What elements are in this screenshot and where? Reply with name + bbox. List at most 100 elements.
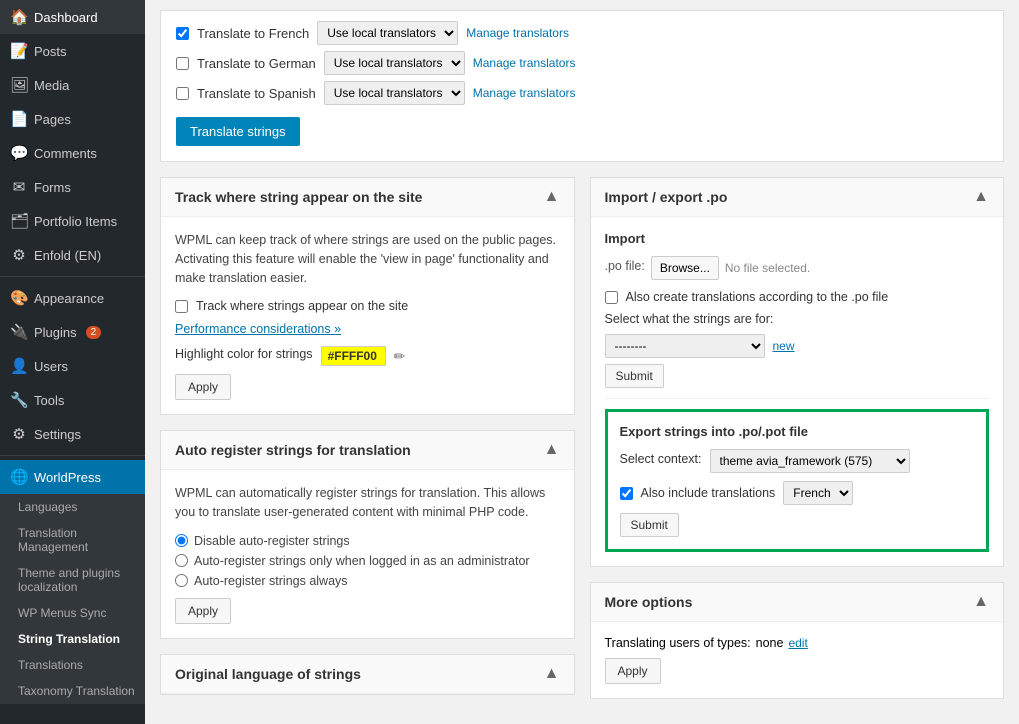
auto-register-radio-group: Disable auto-register strings Auto-regis… <box>175 534 560 588</box>
import-export-body: Import .po file: Browse... No file selec… <box>591 217 1004 566</box>
sidebar-item-languages[interactable]: Languages <box>0 494 145 520</box>
sidebar-item-dashboard[interactable]: 🏠 Dashboard <box>0 0 145 34</box>
original-language-toggle[interactable]: ▲ <box>544 665 560 683</box>
translate-spanish-checkbox[interactable] <box>176 87 189 100</box>
also-create-row: Also create translations according to th… <box>605 290 990 304</box>
po-file-label: .po file: <box>605 259 645 273</box>
auto-register-apply-button[interactable]: Apply <box>175 598 231 624</box>
track-strings-checkbox[interactable] <box>175 300 188 313</box>
more-options-toggle[interactable]: ▲ <box>973 593 989 611</box>
sidebar: 🏠 Dashboard 📝 Posts 🖼 Media 📄 Pages 💬 Co… <box>0 0 145 724</box>
translate-french-select[interactable]: Use local translators <box>317 21 458 45</box>
export-title: Export strings into .po/.pot file <box>620 424 975 439</box>
po-file-row: .po file: Browse... No file selected. <box>605 256 990 280</box>
enfold-icon: ⚙ <box>10 246 28 264</box>
eyedropper-icon[interactable]: ✏ <box>394 348 406 365</box>
import-title: Import <box>605 231 990 246</box>
radio-disable-label[interactable]: Disable auto-register strings <box>175 534 560 548</box>
auto-register-desc: WPML can automatically register strings … <box>175 484 560 522</box>
translate-strings-button[interactable]: Translate strings <box>176 117 300 146</box>
performance-link[interactable]: Performance considerations » <box>175 322 341 336</box>
sidebar-item-taxonomy-translation[interactable]: Taxonomy Translation <box>0 678 145 704</box>
import-export-panel: Import / export .po ▲ Import .po file: B… <box>590 177 1005 567</box>
manage-translators-german-link[interactable]: Manage translators <box>473 56 576 70</box>
language-select[interactable]: French <box>783 481 853 505</box>
sidebar-item-comments[interactable]: 💬 Comments <box>0 136 145 170</box>
sidebar-item-tools[interactable]: 🔧 Tools <box>0 383 145 417</box>
translate-row-french: Translate to French Use local translator… <box>176 21 988 45</box>
manage-translators-spanish-link[interactable]: Manage translators <box>473 86 576 100</box>
auto-register-header: Auto register strings for translation ▲ <box>161 431 574 470</box>
also-create-label: Also create translations according to th… <box>626 290 889 304</box>
sidebar-item-portfolio[interactable]: 🗂 Portfolio Items <box>0 204 145 238</box>
translating-users-edit-link[interactable]: edit <box>788 636 807 650</box>
auto-register-toggle[interactable]: ▲ <box>544 441 560 459</box>
more-options-header: More options ▲ <box>591 583 1004 622</box>
posts-icon: 📝 <box>10 42 28 60</box>
translate-french-label: Translate to French <box>197 26 309 41</box>
track-strings-panel: Track where string appear on the site ▲ … <box>160 177 575 415</box>
browse-button[interactable]: Browse... <box>651 256 719 280</box>
main-content: Translate to French Use local translator… <box>145 0 1019 724</box>
sidebar-item-users[interactable]: 👤 Users <box>0 349 145 383</box>
sidebar-item-plugins[interactable]: 🔌 Plugins 2 <box>0 315 145 349</box>
sidebar-item-theme-plugins[interactable]: Theme and plugins localization <box>0 560 145 600</box>
highlight-color-label: Highlight color for strings <box>175 347 313 361</box>
sidebar-item-enfold[interactable]: ⚙ Enfold (EN) <box>0 238 145 272</box>
radio-admin-label[interactable]: Auto-register strings only when logged i… <box>175 554 560 568</box>
radio-admin[interactable] <box>175 554 188 567</box>
more-options-panel: More options ▲ Translating users of type… <box>590 582 1005 699</box>
import-export-toggle[interactable]: ▲ <box>973 188 989 206</box>
plugins-icon: 🔌 <box>10 323 28 341</box>
dashboard-icon: 🏠 <box>10 8 28 26</box>
translate-row-spanish: Translate to Spanish Use local translato… <box>176 81 988 105</box>
appearance-icon: 🎨 <box>10 289 28 307</box>
sidebar-item-worldpress[interactable]: 🌐 WorldPress <box>0 460 145 494</box>
translation-languages-panel: Translate to French Use local translator… <box>160 10 1004 162</box>
settings-icon: ⚙ <box>10 425 28 443</box>
select-context-label: Select context: <box>620 452 702 466</box>
context-select[interactable]: theme avia_framework (575) <box>710 449 910 473</box>
radio-always[interactable] <box>175 574 188 587</box>
translate-german-select[interactable]: Use local translators <box>324 51 465 75</box>
translate-spanish-select[interactable]: Use local translators <box>324 81 465 105</box>
import-export-header: Import / export .po ▲ <box>591 178 1004 217</box>
new-link[interactable]: new <box>773 339 795 353</box>
sidebar-submenu: Languages Translation Management Theme a… <box>0 494 145 704</box>
two-col-layout: Track where string appear on the site ▲ … <box>160 177 1004 714</box>
sidebar-item-settings[interactable]: ⚙ Settings <box>0 417 145 451</box>
translate-german-checkbox[interactable] <box>176 57 189 70</box>
more-options-body: Translating users of types: none edit Ap… <box>591 622 1004 698</box>
select-strings-label: Select what the strings are for: <box>605 312 990 326</box>
translate-french-checkbox[interactable] <box>176 27 189 40</box>
sidebar-item-forms[interactable]: ✉ Forms <box>0 170 145 204</box>
sidebar-item-translation-management[interactable]: Translation Management <box>0 520 145 560</box>
sidebar-item-string-translation[interactable]: String Translation <box>0 626 145 652</box>
export-submit-button[interactable]: Submit <box>620 513 679 537</box>
original-language-panel: Original language of strings ▲ <box>160 654 575 695</box>
strings-for-select[interactable]: -------- <box>605 334 765 358</box>
radio-disable[interactable] <box>175 534 188 547</box>
also-create-checkbox[interactable] <box>605 291 618 304</box>
translate-german-label: Translate to German <box>197 56 316 71</box>
more-options-apply-button[interactable]: Apply <box>605 658 661 684</box>
track-checkbox-row: Track where strings appear on the site <box>175 299 560 313</box>
manage-translators-french-link[interactable]: Manage translators <box>466 26 569 40</box>
highlight-color-value: #FFFF00 <box>321 346 386 366</box>
select-context-row: Select context: theme avia_framework (57… <box>620 449 975 473</box>
import-submit-button[interactable]: Submit <box>605 364 664 388</box>
also-include-row: Also include translations French <box>620 481 975 505</box>
track-strings-toggle[interactable]: ▲ <box>544 188 560 206</box>
translate-row-german: Translate to German Use local translator… <box>176 51 988 75</box>
sidebar-item-pages[interactable]: 📄 Pages <box>0 102 145 136</box>
track-strings-body: WPML can keep track of where strings are… <box>161 217 574 414</box>
also-include-checkbox[interactable] <box>620 487 633 500</box>
sidebar-item-wp-menus-sync[interactable]: WP Menus Sync <box>0 600 145 626</box>
sidebar-item-posts[interactable]: 📝 Posts <box>0 34 145 68</box>
sidebar-item-translations[interactable]: Translations <box>0 652 145 678</box>
radio-always-label[interactable]: Auto-register strings always <box>175 574 560 588</box>
sidebar-item-media[interactable]: 🖼 Media <box>0 68 145 102</box>
sidebar-item-appearance[interactable]: 🎨 Appearance <box>0 281 145 315</box>
track-apply-button[interactable]: Apply <box>175 374 231 400</box>
left-column: Track where string appear on the site ▲ … <box>160 177 575 714</box>
